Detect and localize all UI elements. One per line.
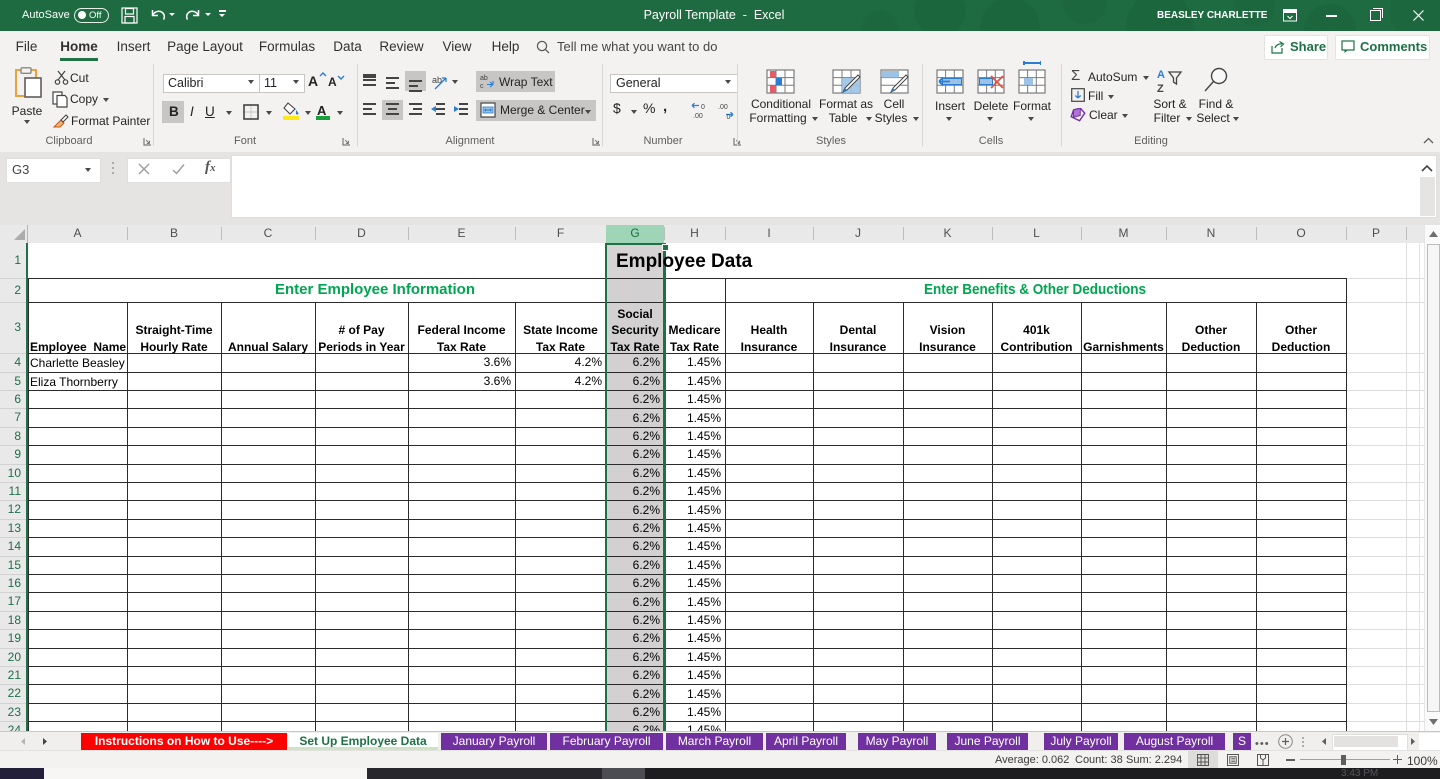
svg-text:0: 0 xyxy=(701,104,705,111)
svg-text:A: A xyxy=(1157,69,1165,81)
svg-text:.00: .00 xyxy=(693,113,703,119)
svg-text:ab: ab xyxy=(480,75,488,82)
svg-text:c: c xyxy=(480,83,484,89)
svg-text:Z: Z xyxy=(1157,83,1164,94)
